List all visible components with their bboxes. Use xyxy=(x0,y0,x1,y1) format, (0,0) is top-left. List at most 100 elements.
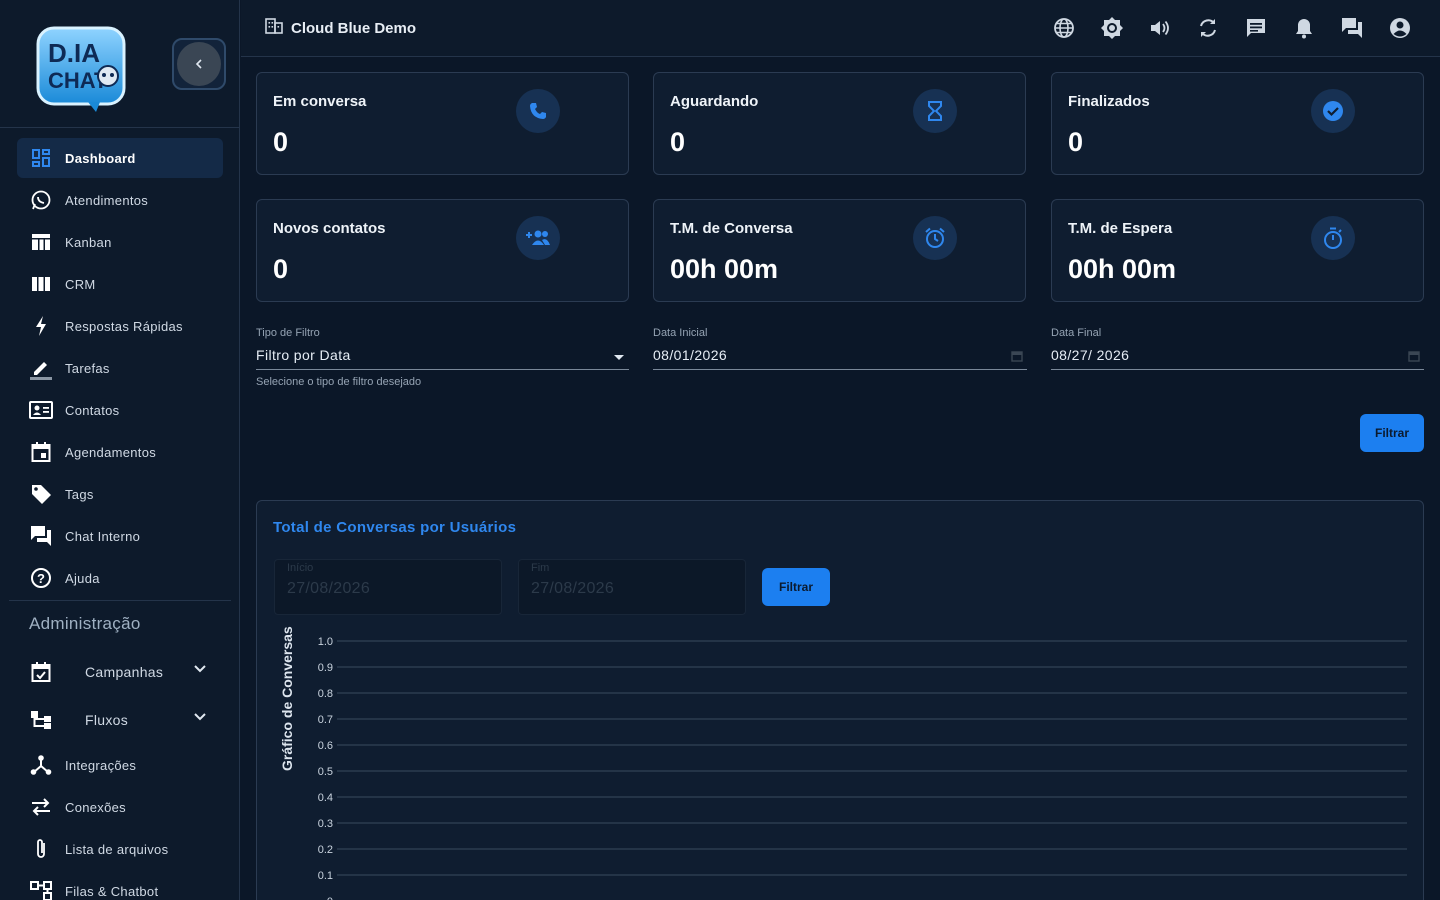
sidebar-item-conexoes[interactable]: Conexões xyxy=(17,787,223,827)
sidebar-item-label: Ajuda xyxy=(65,570,100,586)
sidebar-item-crm[interactable]: CRM xyxy=(17,264,223,304)
sidebar-item-agendamentos[interactable]: Agendamentos xyxy=(17,432,223,472)
chevron-down-icon[interactable] xyxy=(193,710,207,729)
hourglass-icon xyxy=(913,89,957,133)
sidebar-item-label: Filas & Chatbot xyxy=(65,883,159,899)
end-date-field[interactable]: Data Final 08/27/ 2026 xyxy=(1051,327,1424,377)
logo: D.IA CHAT xyxy=(36,26,126,112)
whatsapp-icon xyxy=(29,188,53,212)
card-finalizados: Finalizados 0 xyxy=(1051,72,1424,175)
bell-icon[interactable] xyxy=(1292,16,1316,40)
attachment-icon xyxy=(29,837,53,861)
card-title: Novos contatos xyxy=(273,220,386,237)
sidebar-item-chat-interno[interactable]: Chat Interno xyxy=(17,516,223,556)
sidebar-item-tarefas[interactable]: Tarefas xyxy=(17,348,223,388)
card-value: 00h 00m xyxy=(1068,254,1177,284)
admin-section-title: Administração xyxy=(29,614,141,633)
sidebar-divider xyxy=(9,600,231,601)
timer-icon xyxy=(1311,216,1355,260)
sidebar-item-integracoes[interactable]: Integrações xyxy=(17,745,223,785)
sidebar-item-label: Fluxos xyxy=(85,712,129,728)
sidebar-item-respostas-rapidas[interactable]: Respostas Rápidas xyxy=(17,306,223,346)
calendar-icon xyxy=(29,440,53,464)
chart-y-tick-label: 0.5 xyxy=(318,766,333,778)
field-underline xyxy=(1051,369,1424,370)
sidebar-item-label: Tarefas xyxy=(65,360,110,376)
end-date-value: 08/27/ 2026 xyxy=(1051,347,1130,363)
collapse-sidebar-button[interactable] xyxy=(172,38,226,90)
bolt-icon xyxy=(29,314,53,338)
chart-y-tick-label: 0.1 xyxy=(318,870,333,882)
chart-y-tick-label: 0 xyxy=(327,896,333,900)
chart-y-tick-label: 0.2 xyxy=(318,844,333,856)
card-novos-contatos: Novos contatos 0 xyxy=(256,199,629,302)
card-tm-conversa: T.M. de Conversa 00h 00m xyxy=(653,199,1026,302)
filter-type-select[interactable]: Tipo de Filtro Filtro por Data Selecione… xyxy=(256,327,629,388)
contact-card-icon xyxy=(29,398,53,422)
sidebar-item-tags[interactable]: Tags xyxy=(17,474,223,514)
sidebar-item-kanban[interactable]: Kanban xyxy=(17,222,223,262)
account-icon[interactable] xyxy=(1388,16,1412,40)
chart-y-tick-label: 0.4 xyxy=(318,792,333,804)
card-value: 0 xyxy=(670,127,686,157)
filter-button[interactable]: Filtrar xyxy=(1360,414,1424,452)
filter-type-label: Tipo de Filtro xyxy=(256,327,320,339)
sidebar-item-label: Dashboard xyxy=(65,150,136,166)
card-em-conversa: Em conversa 0 xyxy=(256,72,629,175)
chart-y-tick-label: 1.0 xyxy=(318,636,333,648)
sidebar-item-atendimentos[interactable]: Atendimentos xyxy=(17,180,223,220)
calendar-picker-icon[interactable] xyxy=(1011,349,1023,367)
sidebar-item-contatos[interactable]: Contatos xyxy=(17,390,223,430)
sidebar-item-label: Agendamentos xyxy=(65,444,157,460)
connections-icon xyxy=(29,795,53,819)
queue-icon xyxy=(29,879,53,900)
globe-icon[interactable] xyxy=(1052,16,1076,40)
card-aguardando: Aguardando 0 xyxy=(653,72,1026,175)
chart-y-tick-label: 0.9 xyxy=(318,662,333,674)
company-selector[interactable]: Cloud Blue Demo xyxy=(265,18,416,39)
sidebar-item-lista-arquivos[interactable]: Lista de arquivos xyxy=(17,829,223,869)
sidebar-item-campanhas[interactable]: Campanhas xyxy=(17,652,223,692)
chart-y-tick-label: 0.3 xyxy=(318,818,333,830)
field-underline xyxy=(653,369,1027,370)
chart-y-tick-label: 0.8 xyxy=(318,688,333,700)
sidebar-item-label: Campanhas xyxy=(85,664,164,680)
sidebar-item-ajuda[interactable]: ? Ajuda xyxy=(17,558,223,598)
sidebar-item-label: Respostas Rápidas xyxy=(65,318,183,334)
add-group-icon xyxy=(516,216,560,260)
field-underline xyxy=(256,369,629,370)
sidebar-item-fluxos[interactable]: Fluxos xyxy=(17,700,223,740)
topbar: Cloud Blue Demo xyxy=(241,0,1440,57)
chart-y-axis-label: Gráfico de Conversas xyxy=(279,626,295,771)
card-value: 0 xyxy=(273,127,289,157)
start-date-field[interactable]: Data Inicial 08/01/2026 xyxy=(653,327,1027,377)
svg-text:?: ? xyxy=(37,571,45,586)
volume-icon[interactable] xyxy=(1148,16,1172,40)
theme-brightness-icon[interactable] xyxy=(1100,16,1124,40)
conversations-chart: 1.0 0.9 0.8 0.7 0.6 0.5 0.4 0.3 0.2 0.1 0 xyxy=(318,636,1407,900)
forum-icon[interactable] xyxy=(1340,16,1364,40)
sidebar-item-label: Integrações xyxy=(65,757,137,773)
chart-y-tick-label: 0.7 xyxy=(318,714,333,726)
calendar-picker-icon[interactable] xyxy=(1408,349,1420,367)
refresh-icon[interactable] xyxy=(1196,16,1220,40)
help-icon: ? xyxy=(29,566,53,590)
sidebar-item-filas-chatbot[interactable]: Filas & Chatbot xyxy=(17,871,223,900)
card-title: Aguardando xyxy=(670,93,759,110)
card-title: Finalizados xyxy=(1068,93,1150,110)
chevron-down-icon[interactable] xyxy=(193,662,207,681)
company-name: Cloud Blue Demo xyxy=(291,20,417,37)
crm-icon xyxy=(29,272,53,296)
card-value: 00h 00m xyxy=(670,254,779,284)
sidebar-item-label: Chat Interno xyxy=(65,528,141,544)
message-icon[interactable] xyxy=(1244,16,1268,40)
card-title: T.M. de Conversa xyxy=(670,220,793,237)
chevron-left-icon xyxy=(177,42,221,86)
card-value: 0 xyxy=(273,254,289,284)
check-circle-icon xyxy=(1311,89,1355,133)
svg-text:D.IA: D.IA xyxy=(48,38,100,68)
end-date-label: Data Final xyxy=(1051,327,1102,339)
sidebar-item-dashboard[interactable]: Dashboard xyxy=(17,138,223,178)
caret-down-icon xyxy=(613,349,625,367)
sidebar-item-label: CRM xyxy=(65,276,96,292)
